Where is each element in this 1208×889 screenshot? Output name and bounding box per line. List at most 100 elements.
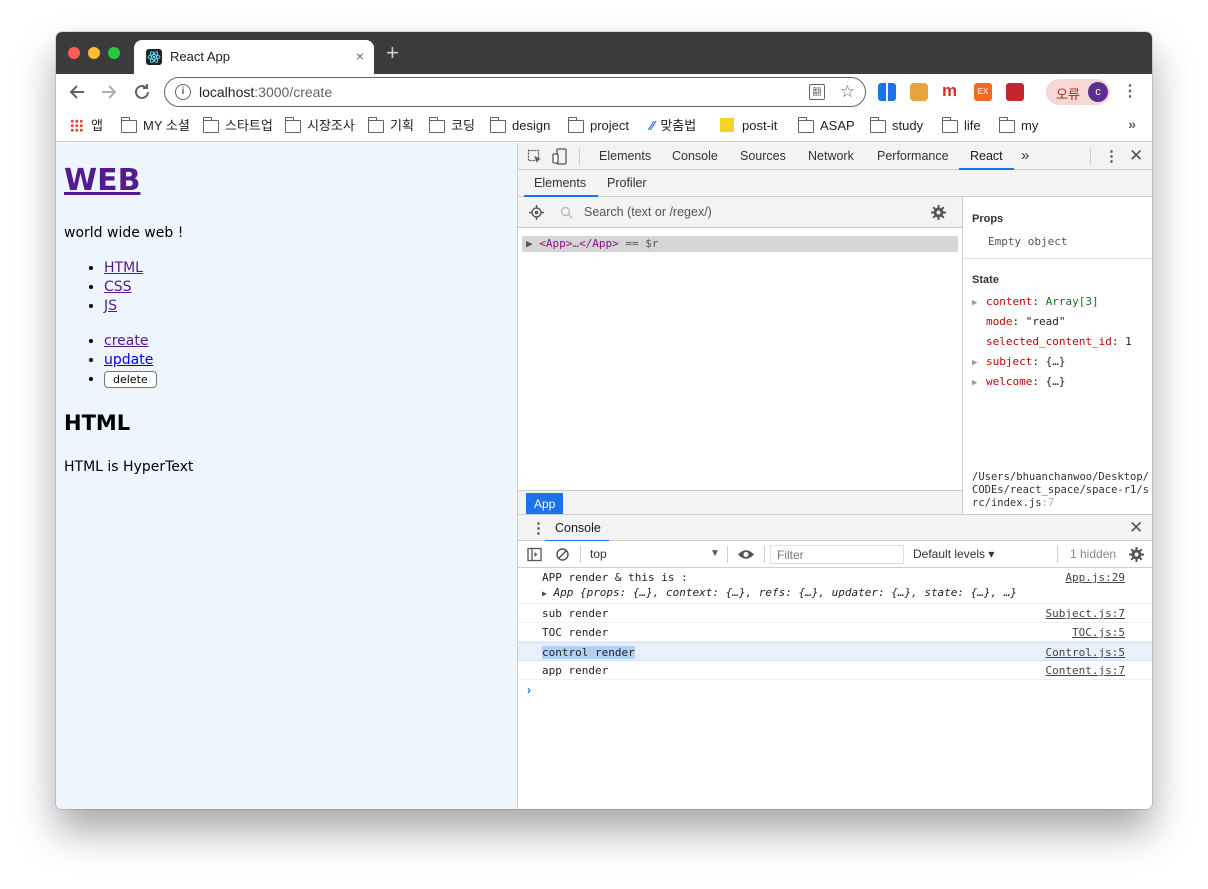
bookmark-folder[interactable]: life: [941, 117, 981, 135]
maximize-window-button[interactable]: [108, 47, 120, 59]
component-tree: ▶ <App>…</App> == $r: [518, 228, 962, 490]
folder-icon: [489, 117, 506, 133]
profile-button[interactable]: 오류 c: [1046, 79, 1110, 105]
tab-sources[interactable]: Sources: [740, 149, 786, 163]
list-item: create: [104, 332, 157, 351]
state-row-welcome[interactable]: ▶ welcome: {…}: [972, 375, 1065, 388]
bookmark-star-icon[interactable]: ☆: [840, 82, 855, 102]
subtab-elements[interactable]: Elements: [534, 176, 586, 190]
folder-icon: [367, 117, 384, 133]
component-search-input[interactable]: Search (text or /regex/): [584, 205, 712, 219]
more-bookmarks-icon[interactable]: »: [1128, 116, 1136, 132]
drawer-menu-icon[interactable]: ⋮: [531, 519, 546, 537]
browser-menu-icon[interactable]: ⋮: [1122, 82, 1138, 102]
drawer-tab-console[interactable]: Console: [555, 521, 601, 535]
state-row-selected-content-id: selected_content_id: 1: [986, 335, 1132, 348]
clear-console-icon[interactable]: [555, 547, 570, 562]
inspect-element-icon[interactable]: [527, 149, 543, 165]
select-component-icon[interactable]: [529, 205, 544, 220]
console-source-link[interactable]: Content.js:7: [1046, 664, 1125, 677]
browser-tab[interactable]: React App ×: [134, 40, 374, 74]
toolbar-divider: [580, 546, 581, 563]
extension-bug-icon[interactable]: [1006, 83, 1024, 101]
bookmark-folder[interactable]: 코딩: [428, 117, 475, 135]
console-source-link[interactable]: App.js:29: [1065, 571, 1125, 584]
create-link[interactable]: create: [104, 333, 148, 349]
page-subtitle: world wide web !: [64, 225, 184, 241]
bookmark-folder[interactable]: ASAP: [797, 117, 855, 135]
forward-button[interactable]: [98, 81, 120, 103]
tree-row-app[interactable]: ▶ <App>…</App> == $r: [522, 236, 958, 252]
back-button[interactable]: [66, 81, 88, 103]
console-source-link[interactable]: TOC.js:5: [1072, 626, 1125, 639]
bookmark-folder[interactable]: study: [869, 117, 923, 135]
bookmark-folder[interactable]: 스타트업: [202, 117, 273, 135]
url-text: localhost:3000/create: [199, 84, 333, 100]
update-link[interactable]: update: [104, 352, 153, 368]
extension-m-icon[interactable]: m: [942, 82, 960, 101]
sidebar-toggle-icon[interactable]: [527, 547, 542, 562]
toc-link-html[interactable]: HTML: [104, 260, 143, 276]
delete-button[interactable]: delete: [104, 371, 157, 388]
tab-performance[interactable]: Performance: [877, 149, 949, 163]
console-filter-input[interactable]: Filter: [770, 545, 904, 564]
bookmark-postit[interactable]: post-it: [720, 117, 777, 135]
devtools-menu-icon[interactable]: ⋮: [1104, 147, 1119, 165]
toolbar-divider: [1090, 148, 1091, 165]
tab-network[interactable]: Network: [808, 149, 854, 163]
devtools-tab-bar: Elements Console Sources Network Perform…: [518, 143, 1152, 170]
breadcrumb-app-chip[interactable]: App: [526, 493, 564, 515]
tab-console[interactable]: Console: [672, 149, 718, 163]
folder-icon: [567, 117, 584, 133]
tab-elements[interactable]: Elements: [599, 149, 651, 163]
console-source-link[interactable]: Control.js:5: [1046, 646, 1125, 659]
page-title-link[interactable]: WEB: [64, 163, 140, 198]
avatar: c: [1088, 82, 1108, 102]
console-object-preview[interactable]: ▶ App {props: {…}, context: {…}, refs: {…: [542, 586, 1017, 599]
close-drawer-icon[interactable]: ✕: [1129, 518, 1143, 538]
log-levels-select[interactable]: Default levels ▾: [913, 547, 994, 561]
state-row-subject[interactable]: ▶ subject: {…}: [972, 355, 1065, 368]
context-select[interactable]: top: [590, 547, 607, 561]
react-subtab-bar: Elements Profiler: [518, 170, 1152, 197]
bookmark-folder[interactable]: my: [998, 117, 1038, 135]
extension-ex-icon[interactable]: EX: [974, 83, 992, 101]
subtab-profiler[interactable]: Profiler: [607, 176, 647, 190]
bookmark-folder[interactable]: MY 소셜: [120, 117, 190, 135]
translate-icon[interactable]: 翻: [809, 84, 825, 100]
chevron-down-icon[interactable]: ▼: [710, 548, 720, 559]
minimize-window-button[interactable]: [88, 47, 100, 59]
bookmark-folder[interactable]: 시장조사: [284, 117, 355, 135]
address-bar[interactable]: i localhost:3000/create 翻 ☆: [164, 77, 866, 107]
console-settings-gear-icon[interactable]: [1129, 547, 1144, 562]
component-source-path[interactable]: /Users/bhuanchanwoo/Desktop/CODEs/react_…: [972, 471, 1150, 510]
close-window-button[interactable]: [68, 47, 80, 59]
bookmark-folder[interactable]: design: [489, 117, 550, 135]
state-row-content[interactable]: ▶ content: Array[3]: [972, 295, 1099, 308]
info-icon[interactable]: i: [175, 84, 191, 100]
extension-trello-icon[interactable]: [878, 83, 896, 101]
console-source-link[interactable]: Subject.js:7: [1046, 607, 1125, 620]
tab-title: React App: [170, 49, 230, 64]
console-prompt-icon[interactable]: ›: [527, 683, 531, 697]
gear-icon[interactable]: [931, 205, 946, 220]
bookmark-folder[interactable]: 기획: [367, 117, 414, 135]
extension-pencil-icon[interactable]: [910, 83, 928, 101]
close-devtools-icon[interactable]: ✕: [1129, 146, 1143, 166]
bookmark-apps[interactable]: 앱: [70, 117, 103, 135]
folder-icon: [869, 117, 886, 133]
device-toolbar-icon[interactable]: [552, 148, 568, 165]
tab-react[interactable]: React: [970, 149, 1003, 163]
more-tabs-icon[interactable]: »: [1021, 147, 1029, 164]
bookmark-folder[interactable]: project: [567, 117, 629, 135]
list-item: CSS: [104, 278, 143, 297]
tab-close-icon[interactable]: ×: [356, 48, 364, 64]
new-tab-button[interactable]: +: [386, 42, 399, 64]
toc-link-css[interactable]: CSS: [104, 279, 132, 295]
bookmark-spelling[interactable]: ⁄⁄ 맞춤법: [650, 117, 696, 135]
toc-link-js[interactable]: JS: [104, 298, 117, 314]
toolbar-divider: [727, 546, 728, 563]
props-heading: Props: [972, 213, 1004, 225]
eye-icon[interactable]: [737, 548, 755, 561]
reload-button[interactable]: [131, 81, 153, 103]
